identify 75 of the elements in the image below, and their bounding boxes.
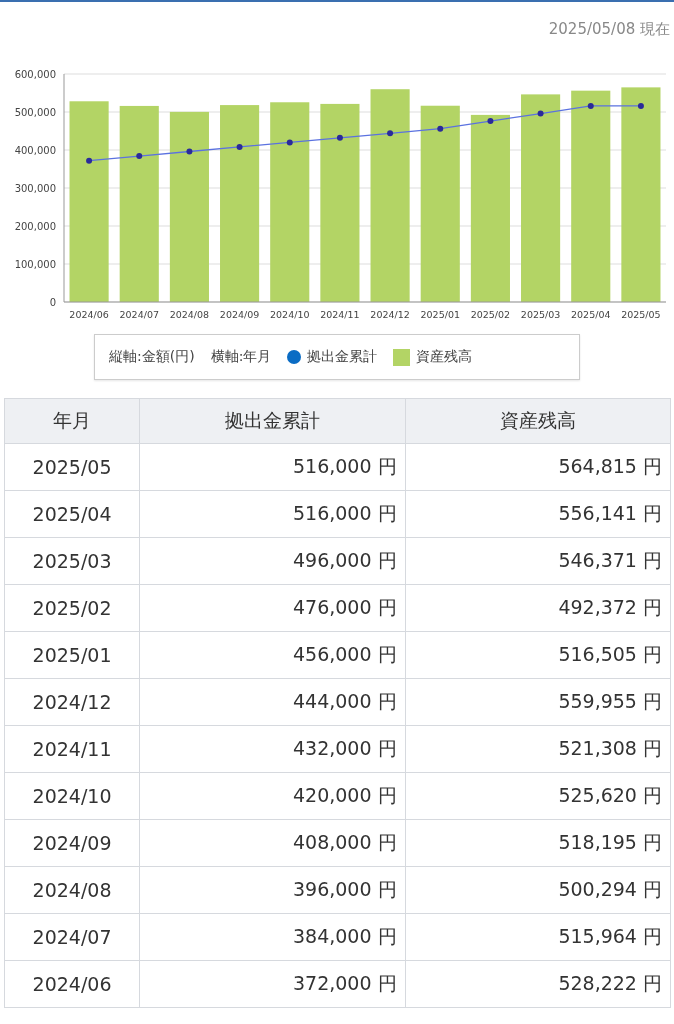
x-axis-label: 2024/06 [69,309,109,320]
y-axis-label: 200,000 [14,221,56,232]
table-cell: 2024/07 [4,913,140,961]
data-point [86,157,93,164]
x-axis-label: 2024/07 [119,309,159,320]
table-cell: 372,000 円 [139,960,406,1008]
legend-text: 横軸:年月 [210,348,272,366]
table-cell: 2025/04 [4,490,140,538]
table-cell: 2024/10 [4,772,140,820]
y-axis-label: 0 [49,297,56,308]
x-axis-label: 2024/11 [320,309,360,320]
x-axis-label: 2025/05 [621,309,661,320]
table-cell: 521,308 円 [405,725,671,773]
table-cell: 556,141 円 [405,490,671,538]
data-point [437,125,444,132]
table-cell: 516,000 円 [139,443,406,491]
legend-text: 縦軸:金額(円) [109,348,195,366]
y-axis-label: 500,000 [14,107,56,118]
x-axis-label: 2025/02 [470,309,511,320]
table-cell: 2024/09 [4,819,140,867]
legend-text: 拠出金累計 [307,348,378,366]
x-axis-label: 2024/12 [370,309,410,320]
x-axis-label: 2025/01 [420,309,460,320]
table-cell: 2024/08 [4,866,140,914]
x-axis-label: 2025/03 [520,309,561,320]
table-cell: 2024/11 [4,725,140,773]
table-cell: 2024/12 [4,678,140,726]
column-header: 年月 [4,398,140,444]
table-cell: 559,955 円 [405,678,671,726]
table-cell: 476,000 円 [139,584,406,632]
table-cell: 518,195 円 [405,819,671,867]
table-cell: 528,222 円 [405,960,671,1008]
y-axis-label: 400,000 [14,145,56,156]
table-cell: 456,000 円 [139,631,406,679]
y-axis-label: 300,000 [14,183,56,194]
table-cell: 2025/05 [4,443,140,491]
data-point [236,143,243,150]
table-cell: 564,815 円 [405,443,671,491]
table-cell: 525,620 円 [405,772,671,820]
column-header: 資産残高 [405,398,671,444]
table-cell: 444,000 円 [139,678,406,726]
x-axis-label: 2024/08 [169,309,210,320]
table-cell: 2024/06 [4,960,140,1008]
table-cell: 420,000 円 [139,772,406,820]
y-axis-label: 600,000 [14,69,56,80]
table-cell: 396,000 円 [139,866,406,914]
as-of-date: 2025/05/08 現在 [547,19,671,40]
column-header: 拠出金累計 [139,398,406,444]
table-cell: 408,000 円 [139,819,406,867]
data-point [387,130,394,137]
data-point [186,148,193,155]
table-cell: 546,371 円 [405,537,671,585]
table-cell: 516,505 円 [405,631,671,679]
table-cell: 2025/01 [4,631,140,679]
data-point [487,118,494,125]
x-axis-label: 2024/10 [270,309,310,320]
table-cell: 432,000 円 [139,725,406,773]
data-point [637,102,644,109]
data-point [286,139,293,146]
table-cell: 2025/03 [4,537,140,585]
legend-text: 資産残高 [416,348,473,366]
data-point [587,102,594,109]
data-point [336,134,343,141]
table-cell: 496,000 円 [139,537,406,585]
table-cell: 500,294 円 [405,866,671,914]
table-cell: 2025/02 [4,584,140,632]
table-cell: 492,372 円 [405,584,671,632]
table-cell: 384,000 円 [139,913,406,961]
y-axis-label: 100,000 [14,259,56,270]
table-cell: 516,000 円 [139,490,406,538]
table-cell: 515,964 円 [405,913,671,961]
data-point [136,153,143,160]
x-axis-label: 2025/04 [571,309,611,320]
x-axis-label: 2024/09 [219,309,260,320]
data-point [537,110,544,117]
